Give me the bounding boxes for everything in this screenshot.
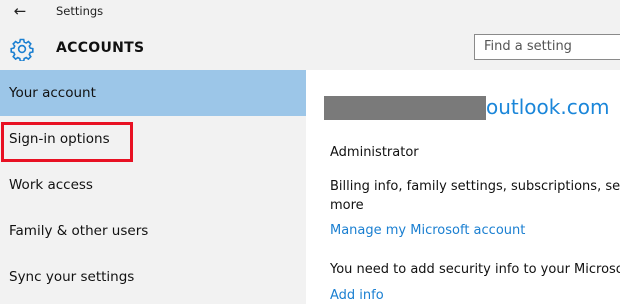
annotation-highlight-box — [1, 122, 133, 162]
sidebar-item-family-other-users[interactable]: Family & other users — [0, 208, 306, 254]
search-input[interactable] — [484, 39, 619, 54]
title-bar: ← Settings — [0, 0, 620, 24]
sidebar-item-label: Your account — [9, 85, 96, 101]
account-email: outlook.com — [486, 95, 610, 119]
account-role: Administrator — [330, 145, 419, 160]
security-notice-text: You need to add security info to your Mi… — [330, 262, 620, 277]
sidebar: Your account Sign-in options Work access… — [0, 70, 306, 304]
back-button[interactable]: ← — [10, 2, 30, 20]
sidebar-item-sync-settings[interactable]: Sync your settings — [0, 254, 306, 300]
sidebar-item-work-access[interactable]: Work access — [0, 162, 306, 208]
window-title: Settings — [56, 4, 104, 18]
account-panel: outlook.com Administrator Billing info, … — [306, 70, 620, 304]
arrow-left-icon: ← — [13, 2, 27, 20]
search-box[interactable] — [474, 34, 620, 60]
sidebar-item-your-account[interactable]: Your account — [0, 70, 306, 116]
manage-account-link[interactable]: Manage my Microsoft account — [330, 223, 525, 238]
billing-info-text: Billing info, family settings, subscript… — [330, 179, 620, 213]
page-title: ACCOUNTS — [56, 40, 145, 56]
add-info-link[interactable]: Add info — [330, 288, 384, 303]
redacted-email-block — [324, 96, 486, 120]
sidebar-item-label: Sync your settings — [9, 269, 135, 285]
page-header: ACCOUNTS — [0, 24, 620, 70]
gear-icon — [10, 38, 34, 61]
sidebar-item-label: Work access — [9, 177, 93, 193]
sidebar-item-label: Family & other users — [9, 223, 149, 239]
